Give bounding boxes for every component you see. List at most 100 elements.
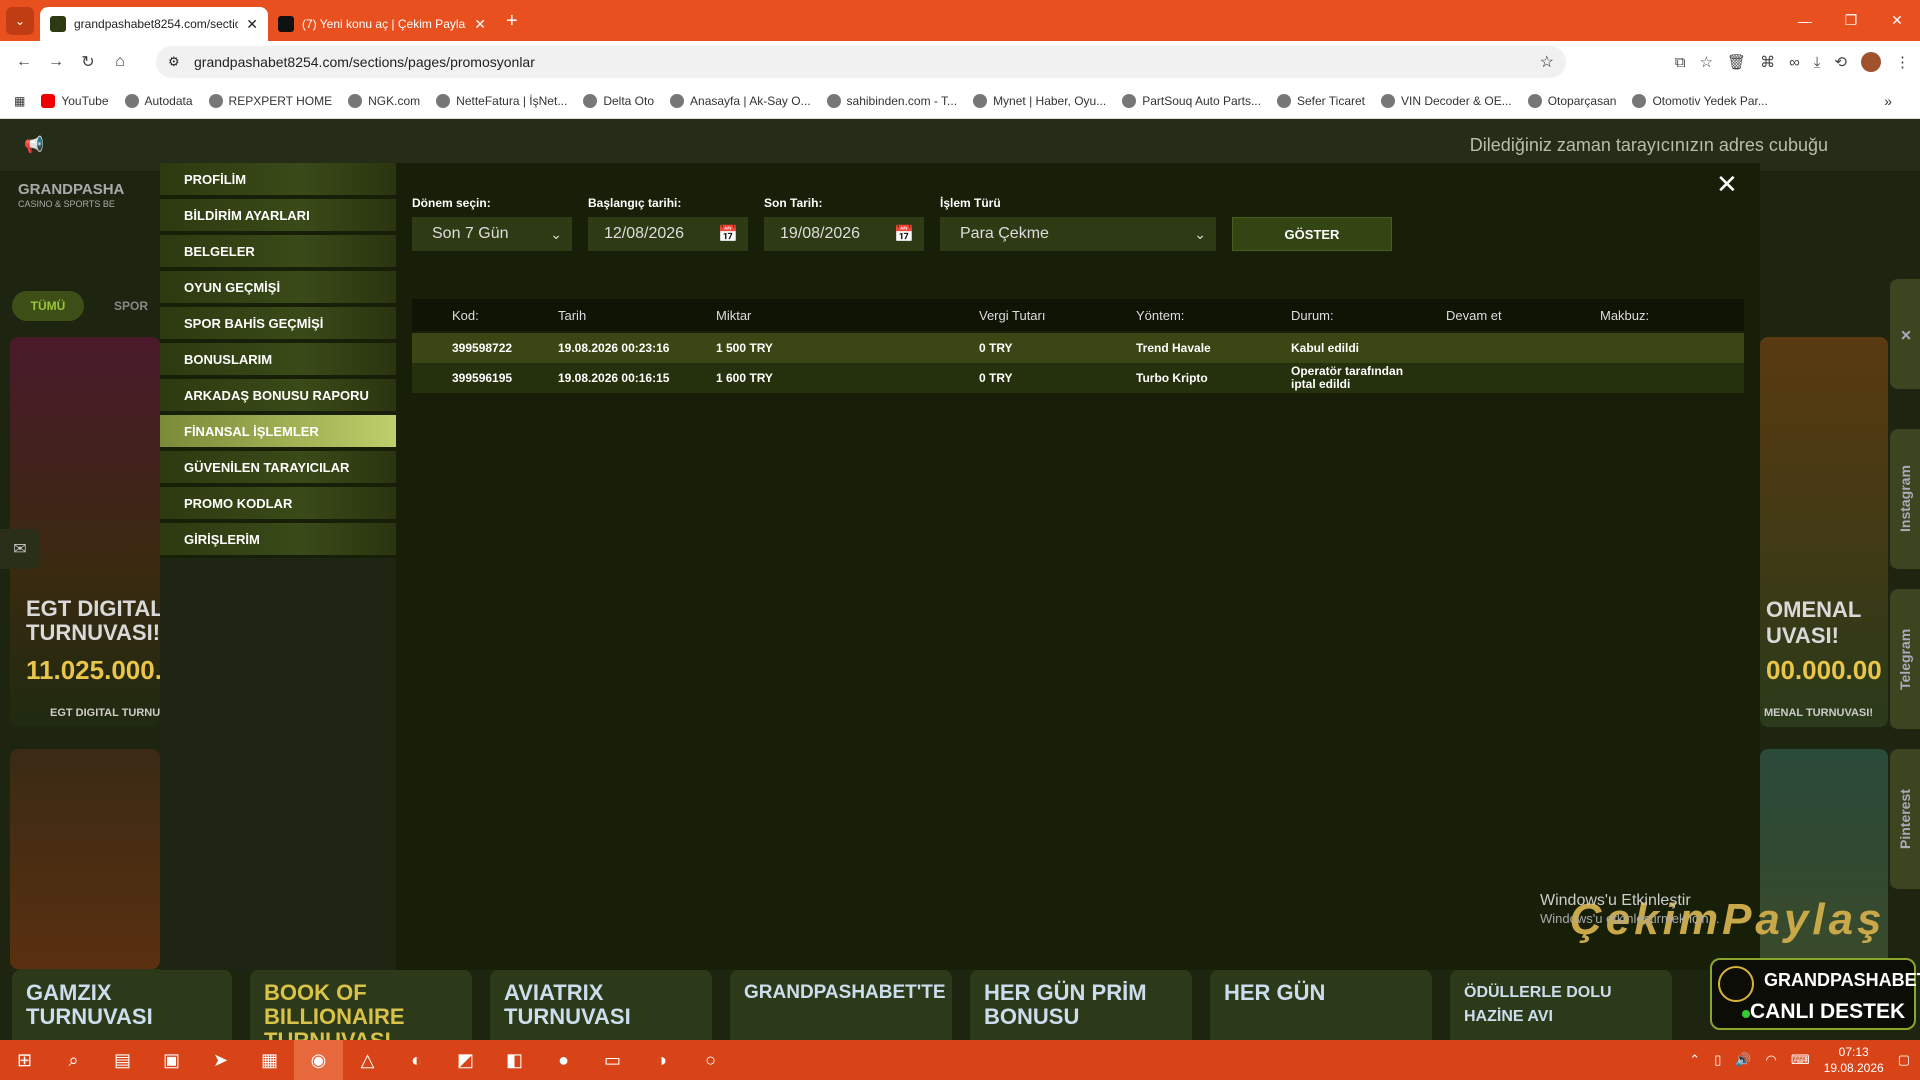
table-row[interactable]: 399598722 19.08.2026 00:23:16 1 500 TRY … — [412, 333, 1744, 363]
wifi-icon[interactable]: ◠ — [1766, 1052, 1777, 1068]
menu-promo-codes[interactable]: PROMO KODLAR — [160, 487, 396, 519]
calendar-icon[interactable]: 📅 — [894, 224, 914, 244]
windows-start-icon[interactable]: ⊞ — [0, 1040, 49, 1080]
calculator-icon[interactable]: ▦ — [245, 1040, 294, 1080]
live-support-button[interactable]: GRANDPASHABET CANLI DESTEK — [1710, 958, 1920, 1030]
telegram-icon[interactable]: ➤ — [196, 1040, 245, 1080]
table-row[interactable]: 399596195 19.08.2026 00:16:15 1 600 TRY … — [412, 363, 1744, 393]
reload-icon[interactable]: ↻ — [72, 52, 104, 72]
chrome-icon[interactable]: ◉ — [294, 1040, 343, 1080]
app-icon[interactable]: ◑ — [637, 1040, 686, 1080]
bookmark-item[interactable]: Delta Oto — [583, 93, 654, 108]
end-date-input[interactable]: 19/08/2026 📅 — [764, 217, 924, 251]
profile-avatar[interactable] — [1861, 52, 1881, 72]
pinterest-tab[interactable]: Pinterest — [1890, 749, 1920, 889]
bookmark-star-icon[interactable]: ☆ — [1540, 52, 1554, 72]
tab-grandpashabet[interactable]: grandpashabet8254.com/sectio ✕ — [40, 7, 268, 41]
volume-icon[interactable]: 🔊 — [1735, 1052, 1751, 1068]
app-icon[interactable]: △ — [343, 1040, 392, 1080]
app-icon[interactable]: ● — [539, 1040, 588, 1080]
menu-financial-transactions[interactable]: FİNANSAL İŞLEMLER — [160, 415, 396, 447]
apps-grid-icon[interactable]: ▦ — [14, 94, 25, 108]
menu-trusted-browsers[interactable]: GÜVENİLEN TARAYICILAR — [160, 451, 396, 483]
bookmarks-overflow-icon[interactable]: » — [1884, 93, 1892, 109]
new-tab-plus-icon[interactable]: + — [496, 10, 528, 41]
opera-icon[interactable]: ○ — [686, 1040, 735, 1080]
bookmark-item[interactable]: REPXPERT HOME — [208, 93, 332, 108]
start-date-input[interactable]: 12/08/2026 📅 — [588, 217, 748, 251]
bottom-card[interactable]: AVIATRIX TURNUVASI — [490, 969, 712, 1040]
bookmark-item[interactable]: Otoparçasan — [1527, 93, 1616, 108]
spin-express-banner[interactable] — [10, 749, 160, 969]
task-view-icon[interactable]: ▤ — [98, 1040, 147, 1080]
bookmark-item[interactable]: VIN Decoder & OE... — [1381, 93, 1512, 108]
keyboard-icon[interactable]: ⌨ — [1791, 1052, 1810, 1068]
tab-close-icon[interactable]: ✕ — [246, 16, 258, 33]
site-logo[interactable]: GRANDPASHA CASINO & SPORTS BE — [18, 182, 158, 223]
calendar-icon[interactable]: 📅 — [718, 224, 738, 244]
restore-icon[interactable]: ❐ — [1828, 0, 1874, 41]
side-close-tab[interactable]: ✕ — [1890, 279, 1920, 389]
bottom-card[interactable]: HER GÜN PRİM BONUSU — [970, 969, 1192, 1040]
minimize-icon[interactable]: — — [1782, 0, 1828, 41]
bottom-card[interactable]: ÖDÜLLERLE DOLU HAZİNE AVI — [1450, 969, 1672, 1040]
tab-close-icon[interactable]: ✕ — [474, 16, 486, 33]
filter-all[interactable]: TÜMÜ — [12, 291, 84, 321]
bookmark-item[interactable]: Anasayfa | Ak-Say O... — [670, 93, 811, 108]
bookmark-item[interactable]: Sefer Ticaret — [1276, 93, 1365, 108]
instagram-tab[interactable]: Instagram — [1890, 429, 1920, 569]
history-icon[interactable]: ⟲ — [1834, 53, 1847, 71]
filter-sport[interactable]: SPOR — [96, 291, 166, 321]
app-icon[interactable]: ◩ — [441, 1040, 490, 1080]
menu-referral-report[interactable]: ARKADAŞ BONUSU RAPORU — [160, 379, 396, 411]
link-icon[interactable]: ∞ — [1789, 54, 1800, 71]
menu-bonuses[interactable]: BONUSLARIM — [160, 343, 396, 375]
tab-cekim-paylas[interactable]: (7) Yeni konu aç | Çekim Paylaş ✕ — [268, 7, 496, 41]
bookmark-item[interactable]: Autodata — [124, 93, 193, 108]
search-icon[interactable]: ⌕ — [49, 1040, 98, 1080]
bookmark-item[interactable]: NetteFatura | İşNet... — [436, 93, 567, 108]
app-icon[interactable]: ▭ — [588, 1040, 637, 1080]
modal-close-icon[interactable]: ✕ — [1716, 169, 1738, 200]
notification-icon[interactable]: ▢ — [1898, 1052, 1910, 1068]
menu-game-history[interactable]: OYUN GEÇMİŞİ — [160, 271, 396, 303]
right-tournament-banner[interactable]: OMENAL UVASI! 00.000.00 MENAL TURNUVASI! — [1760, 337, 1888, 727]
bottom-card[interactable]: GRANDPASHABET'TE — [730, 969, 952, 1040]
forward-arrow-icon[interactable]: → — [40, 53, 72, 71]
bookmark-item[interactable]: NGK.com — [348, 93, 420, 108]
menu-notification-settings[interactable]: BİLDİRİM AYARLARI — [160, 199, 396, 231]
messenger-icon[interactable]: ✉ — [0, 529, 40, 569]
bottom-card[interactable]: GAMZIX TURNUVASI — [12, 969, 232, 1040]
menu-logins[interactable]: GİRİŞLERİM — [160, 523, 396, 555]
menu-sport-bet-history[interactable]: SPOR BAHİS GEÇMİŞİ — [160, 307, 396, 339]
transaction-type-select[interactable]: Para Çekme ⌄ — [940, 217, 1216, 251]
translate-icon[interactable]: ⌘ — [1760, 53, 1775, 71]
battery-icon[interactable]: ▯ — [1714, 1052, 1721, 1068]
extension-icon[interactable]: ⧉ — [1675, 54, 1686, 71]
tray-chevron-icon[interactable]: ⌃ — [1689, 1052, 1700, 1068]
menu-documents[interactable]: BELGELER — [160, 235, 396, 267]
app-icon[interactable]: ◐ — [392, 1040, 441, 1080]
bookmark-item[interactable]: PartSouq Auto Parts... — [1122, 93, 1261, 108]
bookmark-item[interactable]: sahibinden.com - T... — [826, 93, 957, 108]
bottom-card[interactable]: HER GÜN — [1210, 969, 1432, 1040]
download-icon[interactable]: ⤓ — [1814, 54, 1821, 71]
address-bar[interactable]: ⚙ grandpashabet8254.com/sections/pages/p… — [156, 46, 1566, 78]
favorites-icon[interactable]: ☆ — [1700, 53, 1713, 71]
menu-dots-icon[interactable]: ⋮ — [1895, 53, 1910, 71]
show-button[interactable]: GÖSTER — [1232, 217, 1392, 251]
trash-icon[interactable]: 🗑 — [1727, 53, 1746, 71]
app-icon[interactable]: ◧ — [490, 1040, 539, 1080]
bottom-card[interactable]: BOOK OF BILLIONAIRE TURNUVASI — [250, 969, 472, 1040]
back-arrow-icon[interactable]: ← — [8, 53, 40, 71]
bookmark-item[interactable]: Mynet | Haber, Oyu... — [973, 93, 1106, 108]
period-select[interactable]: Son 7 Gün ⌄ — [412, 217, 572, 251]
site-info-icon[interactable]: ⚙ — [168, 54, 180, 70]
telegram-tab[interactable]: Telegram — [1890, 589, 1920, 729]
window-close-icon[interactable]: ✕ — [1874, 0, 1920, 41]
tab-search-chevron-icon[interactable]: ⌄ — [6, 7, 34, 35]
bookmark-item[interactable]: Otomotiv Yedek Par... — [1632, 93, 1768, 108]
clock[interactable]: 07:13 19.08.2026 — [1824, 1044, 1884, 1076]
home-icon[interactable]: ⌂ — [104, 53, 136, 71]
store-icon[interactable]: ▣ — [147, 1040, 196, 1080]
